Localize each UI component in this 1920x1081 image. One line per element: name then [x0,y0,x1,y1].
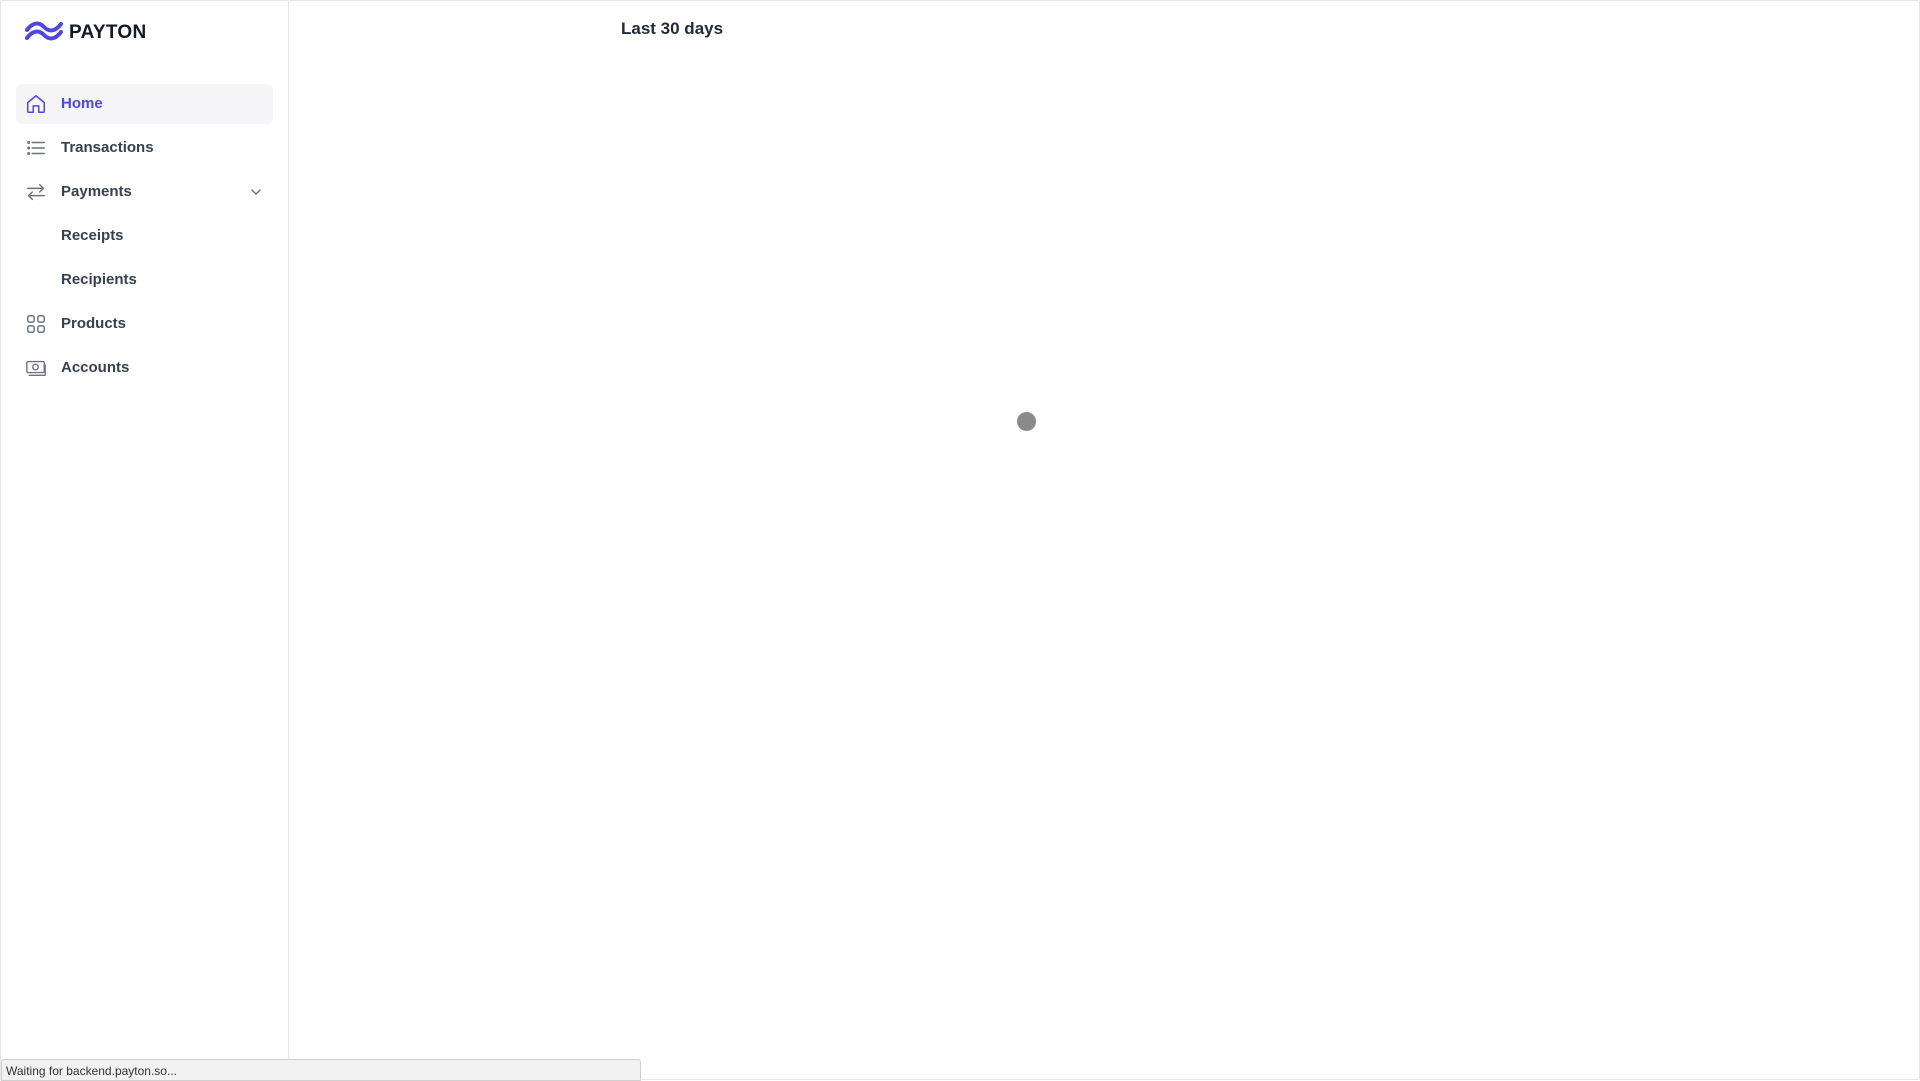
sidebar-item-label: Home [61,95,103,112]
sidebar-item-label: Accounts [61,359,130,376]
browser-status-bar: Waiting for backend.payton.so... [1,1059,641,1081]
sidebar-item-label: Payments [61,183,132,200]
sidebar-item-home[interactable]: Home [16,84,273,124]
list-icon [25,137,47,159]
banknote-icon [25,357,47,379]
sidebar-item-label: Receipts [61,227,124,244]
sidebar-item-label: Recipients [61,271,137,288]
sidebar-item-label: Products [61,315,127,332]
payton-logo-icon [25,18,63,49]
brand-logo[interactable]: PAYTON [25,19,146,47]
arrows-exchange-icon [25,181,47,203]
app-window: PAYTON Home Transactions Payments Receip… [0,0,1920,1081]
sidebar-item-accounts[interactable]: Accounts [16,348,273,388]
home-icon [25,93,47,115]
sidebar-subitem-recipients[interactable]: Recipients [16,260,273,300]
sidebar-item-label: Transactions [61,139,154,156]
period-selector[interactable]: Last 30 days [621,19,723,39]
main-content: Last 30 days [290,1,1920,1081]
sidebar-subitem-receipts[interactable]: Receipts [16,216,273,256]
sidebar: PAYTON Home Transactions Payments Receip… [1,1,289,1081]
loading-spinner [1017,412,1036,431]
sidebar-item-products[interactable]: Products [16,304,273,344]
sidebar-item-payments[interactable]: Payments [16,172,273,212]
chevron-down-icon[interactable] [249,185,263,199]
grid-icon [25,313,47,335]
brand-name: PAYTON [69,22,147,43]
sidebar-item-transactions[interactable]: Transactions [16,128,273,168]
sidebar-nav: Home Transactions Payments Receipts Reci… [16,84,273,392]
